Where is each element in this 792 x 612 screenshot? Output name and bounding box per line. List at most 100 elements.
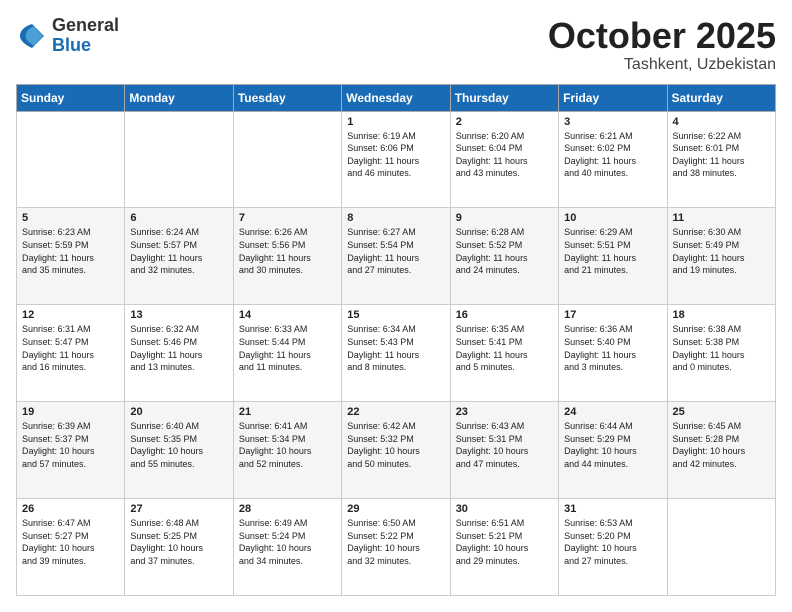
day-number: 16 xyxy=(456,309,553,321)
day-number: 26 xyxy=(22,503,119,515)
calendar-cell: 26 Sunrise: 6:47 AM Sunset: 5:27 PM Dayli… xyxy=(17,499,125,596)
header-row: Sunday Monday Tuesday Wednesday Thursday… xyxy=(17,84,776,111)
calendar-week-5: 26 Sunrise: 6:47 AM Sunset: 5:27 PM Dayli… xyxy=(17,499,776,596)
calendar-cell: 17Sunrise: 6:36 AM Sunset: 5:40 PM Dayli… xyxy=(559,305,667,402)
day-number: 22 xyxy=(347,406,444,418)
calendar-cell: 4 Sunrise: 6:22 AM Sunset: 6:01 PM Daylig… xyxy=(667,111,775,208)
day-info: Sunrise: 6:31 AM Sunset: 5:47 PM Dayligh… xyxy=(22,323,119,373)
header: General Blue October 2025 Tashkent, Uzbe… xyxy=(16,16,776,74)
day-info: Sunrise: 6:50 AM Sunset: 5:22 PM Dayligh… xyxy=(347,517,444,567)
day-number: 25 xyxy=(673,406,770,418)
logo: General Blue xyxy=(16,16,119,56)
day-info: Sunrise: 6:34 AM Sunset: 5:43 PM Dayligh… xyxy=(347,323,444,373)
calendar-cell xyxy=(233,111,341,208)
day-info: Sunrise: 6:40 AM Sunset: 5:35 PM Dayligh… xyxy=(130,420,227,470)
header-wednesday: Wednesday xyxy=(342,84,450,111)
day-info: Sunrise: 6:20 AM Sunset: 6:04 PM Dayligh… xyxy=(456,130,553,180)
day-info: Sunrise: 6:22 AM Sunset: 6:01 PM Dayligh… xyxy=(673,130,770,180)
day-number: 31 xyxy=(564,503,661,515)
day-info: Sunrise: 6:30 AM Sunset: 5:49 PM Dayligh… xyxy=(673,226,770,276)
day-info: Sunrise: 6:29 AM Sunset: 5:51 PM Dayligh… xyxy=(564,226,661,276)
day-number: 10 xyxy=(564,212,661,224)
header-sunday: Sunday xyxy=(17,84,125,111)
day-info: Sunrise: 6:42 AM Sunset: 5:32 PM Dayligh… xyxy=(347,420,444,470)
calendar-cell: 31 Sunrise: 6:53 AM Sunset: 5:20 PM Dayli… xyxy=(559,499,667,596)
logo-text: General Blue xyxy=(52,16,119,56)
day-number: 5 xyxy=(22,212,119,224)
day-info: Sunrise: 6:26 AM Sunset: 5:56 PM Dayligh… xyxy=(239,226,336,276)
day-info: Sunrise: 6:35 AM Sunset: 5:41 PM Dayligh… xyxy=(456,323,553,373)
header-saturday: Saturday xyxy=(667,84,775,111)
title-month: October 2025 xyxy=(548,16,776,56)
day-info: Sunrise: 6:28 AM Sunset: 5:52 PM Dayligh… xyxy=(456,226,553,276)
day-number: 17 xyxy=(564,309,661,321)
day-info: Sunrise: 6:48 AM Sunset: 5:25 PM Dayligh… xyxy=(130,517,227,567)
day-info: Sunrise: 6:19 AM Sunset: 6:06 PM Dayligh… xyxy=(347,130,444,180)
day-info: Sunrise: 6:39 AM Sunset: 5:37 PM Dayligh… xyxy=(22,420,119,470)
calendar-cell: 7 Sunrise: 6:26 AM Sunset: 5:56 PM Daylig… xyxy=(233,208,341,305)
calendar-table: Sunday Monday Tuesday Wednesday Thursday… xyxy=(16,84,776,596)
day-number: 6 xyxy=(130,212,227,224)
day-number: 30 xyxy=(456,503,553,515)
day-info: Sunrise: 6:41 AM Sunset: 5:34 PM Dayligh… xyxy=(239,420,336,470)
day-info: Sunrise: 6:45 AM Sunset: 5:28 PM Dayligh… xyxy=(673,420,770,470)
calendar-cell: 19 Sunrise: 6:39 AM Sunset: 5:37 PM Dayli… xyxy=(17,402,125,499)
calendar-cell: 24 Sunrise: 6:44 AM Sunset: 5:29 PM Dayli… xyxy=(559,402,667,499)
calendar-cell: 14 Sunrise: 6:33 AM Sunset: 5:44 PM Dayli… xyxy=(233,305,341,402)
day-number: 29 xyxy=(347,503,444,515)
day-info: Sunrise: 6:53 AM Sunset: 5:20 PM Dayligh… xyxy=(564,517,661,567)
day-number: 27 xyxy=(130,503,227,515)
day-info: Sunrise: 6:44 AM Sunset: 5:29 PM Dayligh… xyxy=(564,420,661,470)
calendar-cell: 15 Sunrise: 6:34 AM Sunset: 5:43 PM Dayli… xyxy=(342,305,450,402)
logo-icon xyxy=(16,20,48,52)
day-info: Sunrise: 6:33 AM Sunset: 5:44 PM Dayligh… xyxy=(239,323,336,373)
day-number: 12 xyxy=(22,309,119,321)
day-number: 7 xyxy=(239,212,336,224)
header-thursday: Thursday xyxy=(450,84,558,111)
calendar-cell: 3 Sunrise: 6:21 AM Sunset: 6:02 PM Daylig… xyxy=(559,111,667,208)
day-info: Sunrise: 6:24 AM Sunset: 5:57 PM Dayligh… xyxy=(130,226,227,276)
day-number: 4 xyxy=(673,116,770,128)
calendar-cell: 25 Sunrise: 6:45 AM Sunset: 5:28 PM Dayli… xyxy=(667,402,775,499)
calendar-week-4: 19 Sunrise: 6:39 AM Sunset: 5:37 PM Dayli… xyxy=(17,402,776,499)
day-number: 11 xyxy=(673,212,770,224)
calendar-cell: 6 Sunrise: 6:24 AM Sunset: 5:57 PM Daylig… xyxy=(125,208,233,305)
day-info: Sunrise: 6:43 AM Sunset: 5:31 PM Dayligh… xyxy=(456,420,553,470)
calendar-cell: 16 Sunrise: 6:35 AM Sunset: 5:41 PM Dayli… xyxy=(450,305,558,402)
calendar-cell: 22 Sunrise: 6:42 AM Sunset: 5:32 PM Dayli… xyxy=(342,402,450,499)
logo-blue: Blue xyxy=(52,36,119,56)
day-info: Sunrise: 6:21 AM Sunset: 6:02 PM Dayligh… xyxy=(564,130,661,180)
day-number: 8 xyxy=(347,212,444,224)
day-number: 1 xyxy=(347,116,444,128)
calendar-cell xyxy=(125,111,233,208)
day-number: 14 xyxy=(239,309,336,321)
day-info: Sunrise: 6:47 AM Sunset: 5:27 PM Dayligh… xyxy=(22,517,119,567)
day-number: 20 xyxy=(130,406,227,418)
logo-general: General xyxy=(52,16,119,36)
day-info: Sunrise: 6:23 AM Sunset: 5:59 PM Dayligh… xyxy=(22,226,119,276)
calendar-week-3: 12 Sunrise: 6:31 AM Sunset: 5:47 PM Dayli… xyxy=(17,305,776,402)
calendar-cell: 29 Sunrise: 6:50 AM Sunset: 5:22 PM Dayli… xyxy=(342,499,450,596)
calendar-cell: 12 Sunrise: 6:31 AM Sunset: 5:47 PM Dayli… xyxy=(17,305,125,402)
day-number: 3 xyxy=(564,116,661,128)
day-number: 21 xyxy=(239,406,336,418)
calendar-cell: 1 Sunrise: 6:19 AM Sunset: 6:06 PM Daylig… xyxy=(342,111,450,208)
calendar-cell xyxy=(17,111,125,208)
calendar-cell: 2Sunrise: 6:20 AM Sunset: 6:04 PM Daylig… xyxy=(450,111,558,208)
day-number: 9 xyxy=(456,212,553,224)
calendar-cell: 11 Sunrise: 6:30 AM Sunset: 5:49 PM Dayli… xyxy=(667,208,775,305)
calendar-cell: 10 Sunrise: 6:29 AM Sunset: 5:51 PM Dayli… xyxy=(559,208,667,305)
calendar-cell: 27 Sunrise: 6:48 AM Sunset: 5:25 PM Dayli… xyxy=(125,499,233,596)
day-number: 19 xyxy=(22,406,119,418)
calendar-cell: 5 Sunrise: 6:23 AM Sunset: 5:59 PM Daylig… xyxy=(17,208,125,305)
day-number: 18 xyxy=(673,309,770,321)
day-number: 15 xyxy=(347,309,444,321)
calendar-cell: 28Sunrise: 6:49 AM Sunset: 5:24 PM Dayli… xyxy=(233,499,341,596)
day-info: Sunrise: 6:51 AM Sunset: 5:21 PM Dayligh… xyxy=(456,517,553,567)
day-number: 24 xyxy=(564,406,661,418)
header-tuesday: Tuesday xyxy=(233,84,341,111)
day-info: Sunrise: 6:32 AM Sunset: 5:46 PM Dayligh… xyxy=(130,323,227,373)
calendar-cell: 30 Sunrise: 6:51 AM Sunset: 5:21 PM Dayli… xyxy=(450,499,558,596)
day-number: 28 xyxy=(239,503,336,515)
calendar-cell: 8Sunrise: 6:27 AM Sunset: 5:54 PM Daylig… xyxy=(342,208,450,305)
